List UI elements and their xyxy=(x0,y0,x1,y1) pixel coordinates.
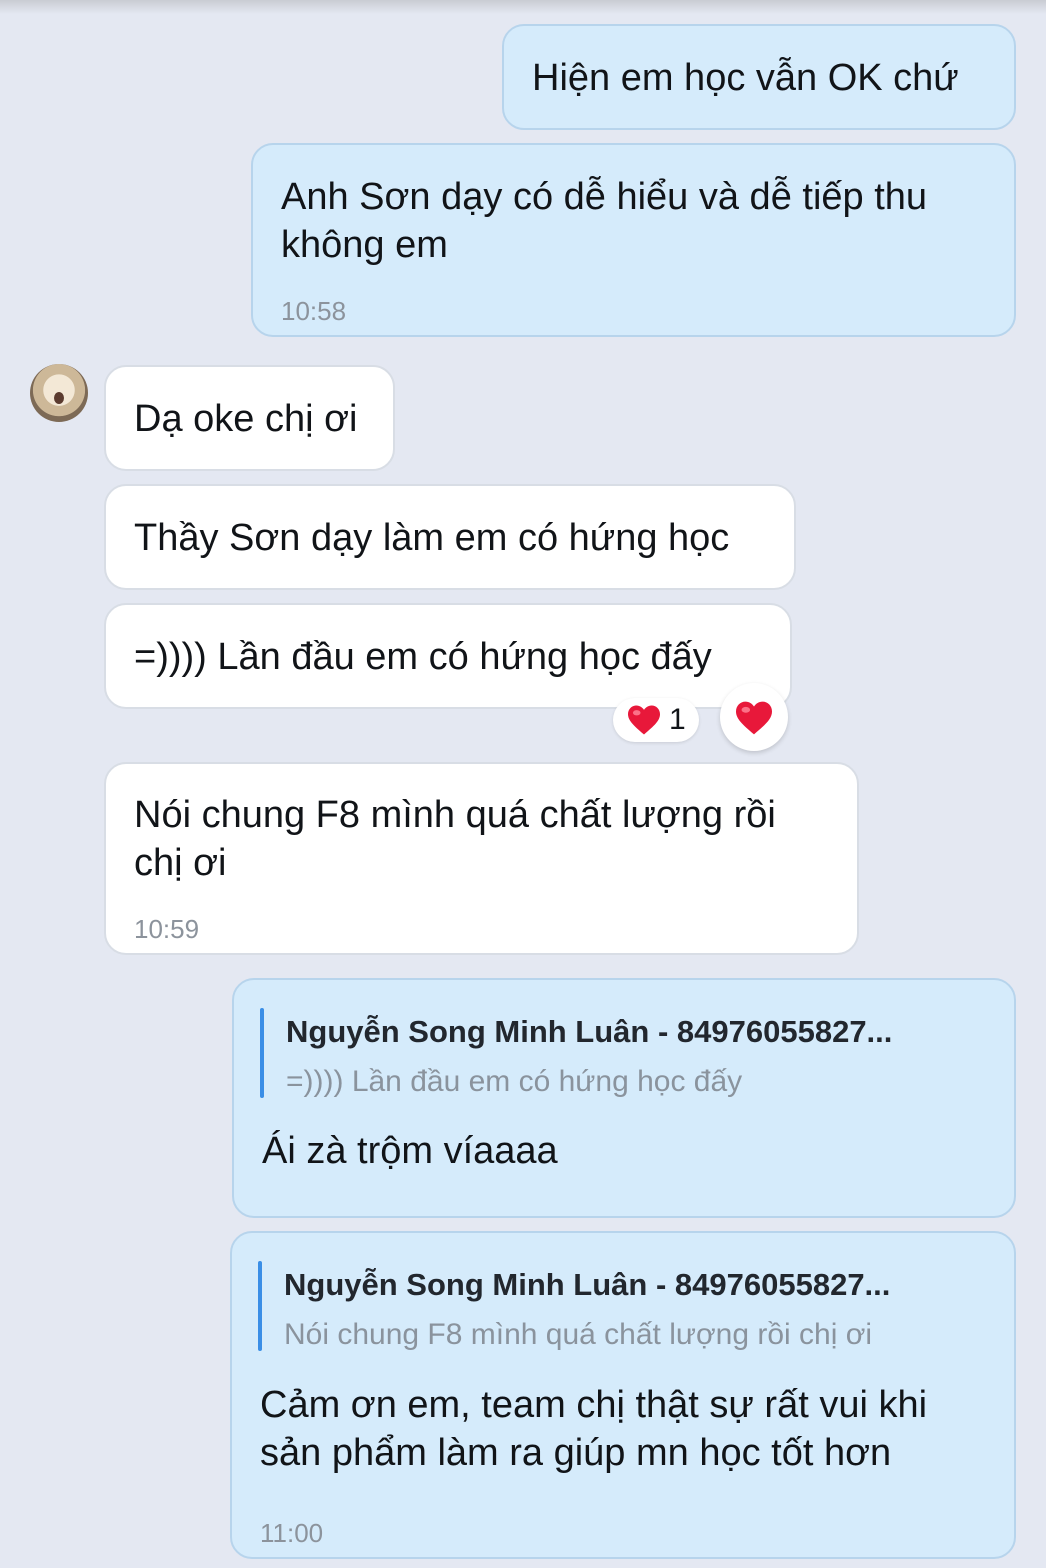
message-time: 10:58 xyxy=(281,296,347,326)
outgoing-message[interactable]: Anh Sơn dạy có dễ hiểu và dễ tiếp thu kh… xyxy=(251,143,1016,337)
heart-icon xyxy=(628,705,660,735)
message-time: 10:59 xyxy=(134,914,200,944)
incoming-message[interactable]: Thầy Sơn dạy làm em có hứng học xyxy=(104,484,796,590)
outgoing-reply-message[interactable]: Nguyễn Song Minh Luân - 84976055827... N… xyxy=(230,1231,1016,1559)
cat-avatar-icon xyxy=(54,392,64,404)
message-text: Anh Sơn dạy có dễ hiểu và dễ tiếp thu kh… xyxy=(281,176,928,266)
message-text: Thầy Sơn dạy làm em có hứng học xyxy=(134,517,730,559)
quote-bar xyxy=(260,1008,264,1098)
react-button[interactable] xyxy=(720,683,788,751)
quoted-text[interactable]: =)))) Lần đầu em có hứng học đấy xyxy=(286,1058,742,1106)
incoming-message[interactable]: Dạ oke chị ơi xyxy=(104,365,395,471)
message-text: Hiện em học vẫn OK chứ xyxy=(532,57,959,99)
incoming-message[interactable]: =)))) Lần đầu em có hứng học đấy xyxy=(104,603,792,709)
contact-avatar[interactable] xyxy=(30,364,88,422)
message-text: Ái zà trộm víaaaa xyxy=(262,1130,558,1172)
reaction-summary[interactable]: 1 xyxy=(613,698,699,742)
message-text: Nói chung F8 mình quá chất lượng rồi chị… xyxy=(134,794,776,884)
message-text: Cảm ơn em, team chị thật sự rất vui khi … xyxy=(260,1384,928,1474)
quoted-sender[interactable]: Nguyễn Song Minh Luân - 84976055827... xyxy=(284,1261,890,1309)
quoted-text[interactable]: Nói chung F8 mình quá chất lượng rồi chị… xyxy=(284,1311,872,1359)
quoted-sender[interactable]: Nguyễn Song Minh Luân - 84976055827... xyxy=(286,1008,892,1056)
message-text: Dạ oke chị ơi xyxy=(134,398,358,440)
heart-icon xyxy=(736,701,772,735)
incoming-message[interactable]: Nói chung F8 mình quá chất lượng rồi chị… xyxy=(104,762,859,955)
message-text: =)))) Lần đầu em có hứng học đấy xyxy=(134,636,712,678)
outgoing-reply-message[interactable]: Nguyễn Song Minh Luân - 84976055827... =… xyxy=(232,978,1016,1218)
top-shadow xyxy=(0,0,1046,14)
quote-bar xyxy=(258,1261,262,1351)
message-time: 11:00 xyxy=(260,1518,324,1548)
outgoing-message[interactable]: Hiện em học vẫn OK chứ xyxy=(502,24,1016,130)
reaction-count: 1 xyxy=(669,703,686,736)
